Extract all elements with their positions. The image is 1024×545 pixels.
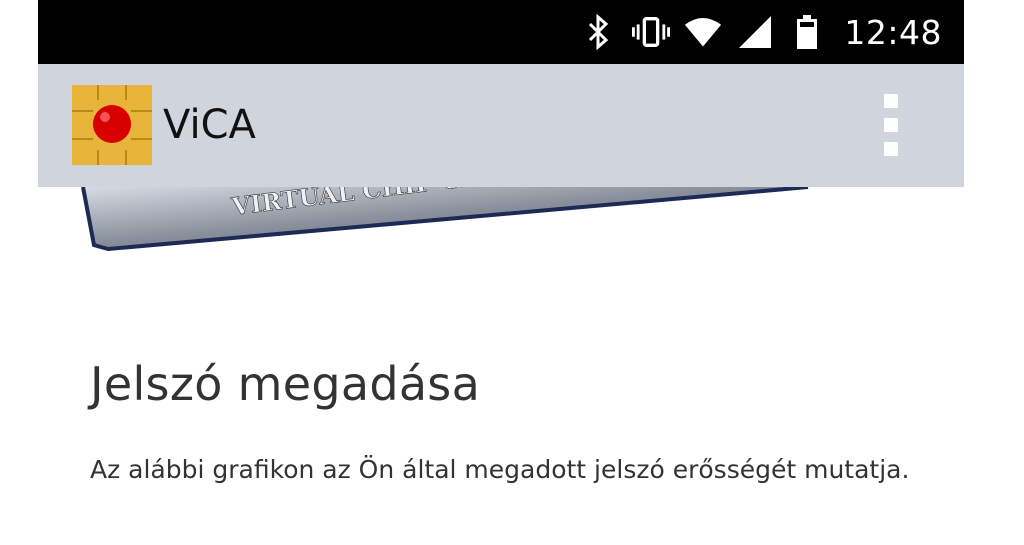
page-title: Jelszó megadása xyxy=(90,357,481,411)
header-banner: VIRTUAL CHIP CA xyxy=(38,187,964,260)
status-time: 12:48 xyxy=(844,12,942,52)
app-bar: ViCA xyxy=(38,64,964,187)
description-text: Az alábbi grafikon az Ön által megadott … xyxy=(90,455,910,484)
bluetooth-icon xyxy=(580,13,618,51)
phone-screen: 12:48 ViCA VIRTUAL CHIP CA Jelszó megadá… xyxy=(38,0,964,545)
overflow-dot xyxy=(884,118,898,132)
battery-icon xyxy=(788,13,826,51)
virtual-chip-card-image: VIRTUAL CHIP CA xyxy=(81,187,809,252)
wifi-icon xyxy=(684,13,722,51)
vibrate-icon xyxy=(632,13,671,51)
status-bar: 12:48 xyxy=(38,0,964,64)
cell-signal-icon xyxy=(736,13,774,51)
overflow-dot xyxy=(884,142,898,156)
chip-logo-icon xyxy=(71,84,153,166)
content: Jelszó megadása Az alábbi grafikon az Ön… xyxy=(90,357,910,487)
overflow-dot xyxy=(884,94,898,108)
overflow-menu-icon[interactable] xyxy=(876,94,906,156)
app-title: ViCA xyxy=(163,102,256,148)
